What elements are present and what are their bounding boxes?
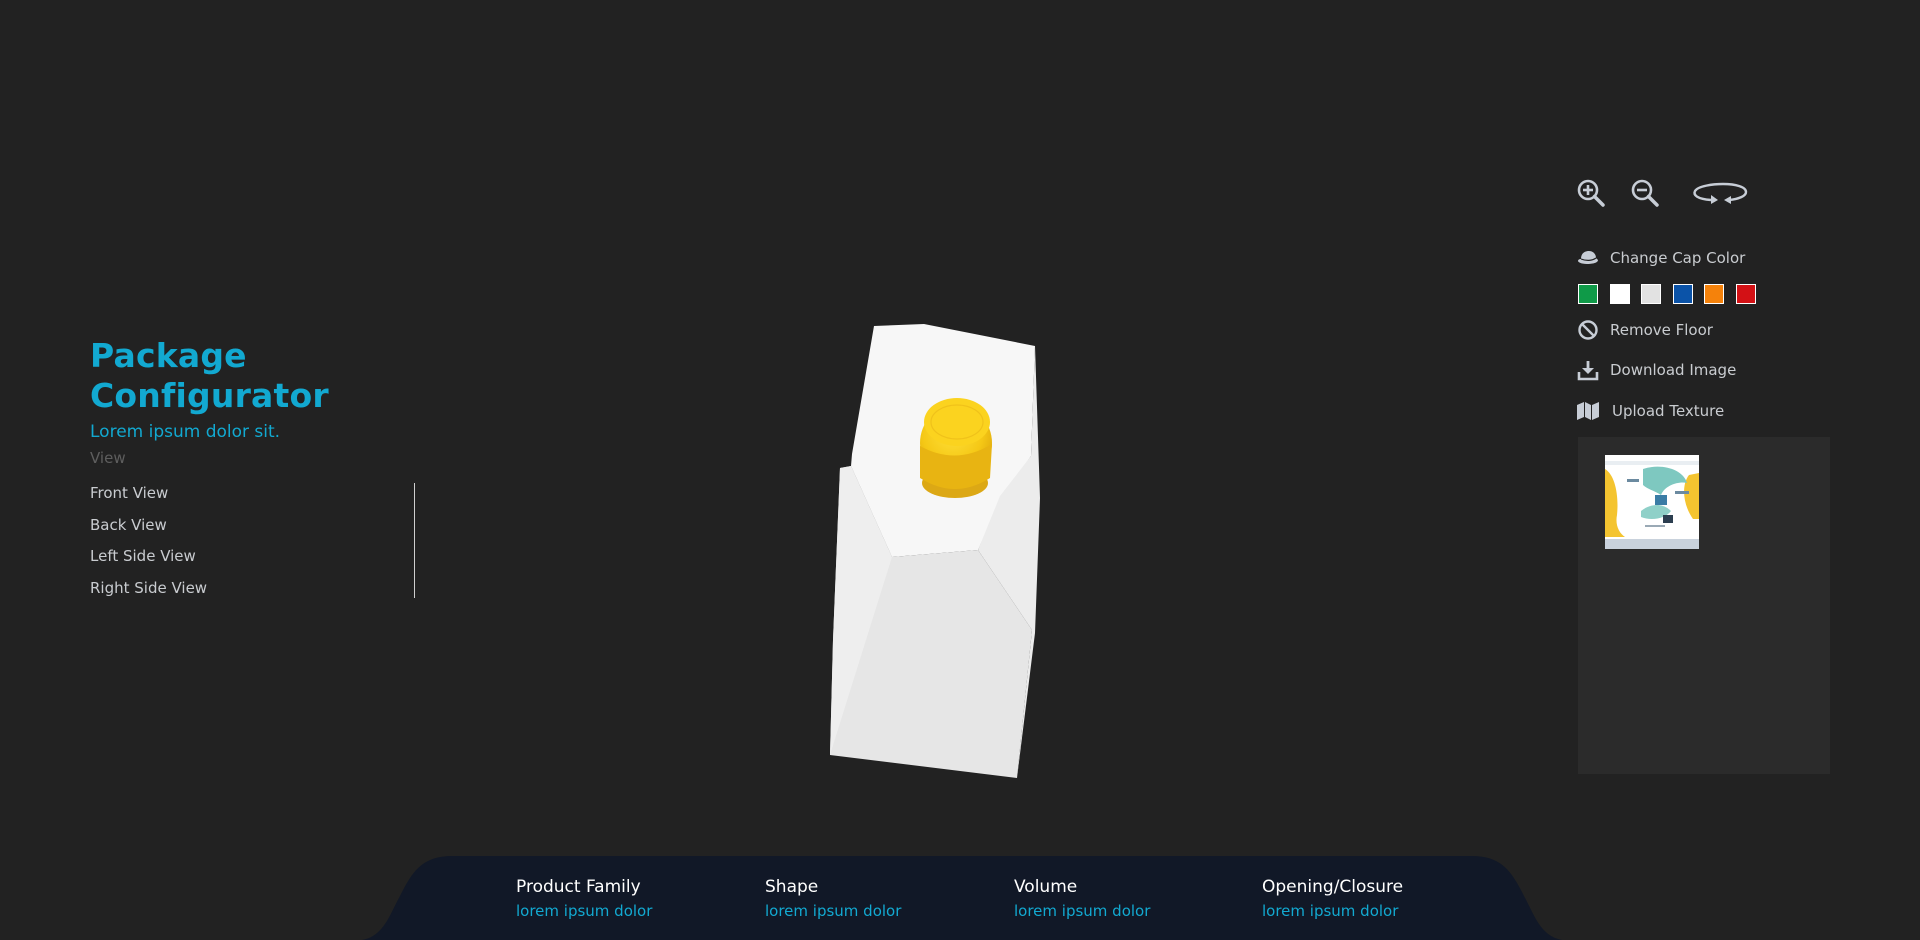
spec-value: lorem ipsum dolor	[1262, 902, 1399, 920]
cap-color-swatch-blue[interactable]	[1672, 284, 1693, 304]
upload-texture-button[interactable]: Upload Texture	[1576, 399, 1724, 423]
package-3d-model[interactable]	[820, 318, 1100, 780]
spec-label: Shape	[765, 877, 819, 897]
cap-icon	[1576, 246, 1600, 270]
spec-label: Opening/Closure	[1262, 877, 1404, 897]
view-heading: View	[90, 449, 126, 467]
cap-color-swatch-orange[interactable]	[1704, 284, 1724, 304]
remove-floor-button[interactable]: Remove Floor	[1576, 318, 1713, 342]
view-list: Front View Back View Left Side View Righ…	[90, 483, 415, 598]
upload-texture-label: Upload Texture	[1612, 402, 1725, 420]
zoom-in-icon[interactable]	[1574, 176, 1608, 210]
spec-value: lorem ipsum dolor	[516, 902, 653, 920]
texture-thumbnail[interactable]	[1605, 455, 1699, 549]
cap-color-swatches	[1578, 284, 1767, 304]
view-toolbar	[1574, 176, 1750, 210]
right-side-view-button[interactable]: Right Side View	[90, 578, 414, 598]
spec-label: Volume	[1014, 877, 1078, 897]
map-icon	[1576, 399, 1600, 423]
spec-value: lorem ipsum dolor	[765, 902, 902, 920]
download-icon	[1576, 358, 1600, 382]
cap-color-swatch-green[interactable]	[1578, 284, 1598, 304]
download-image-label: Download Image	[1610, 361, 1737, 379]
cap-color-swatch-light-gray[interactable]	[1641, 284, 1661, 304]
spec-shape[interactable]: Shape lorem ipsum dolor	[765, 876, 901, 921]
change-cap-color-label: Change Cap Color	[1610, 249, 1746, 267]
front-view-button[interactable]: Front View	[90, 483, 414, 515]
ban-icon	[1576, 318, 1600, 342]
left-panel: Package Configurator Lorem ipsum dolor s…	[90, 336, 430, 598]
spec-value: lorem ipsum dolor	[1014, 902, 1151, 920]
product-specs-bar: Product Family lorem ipsum dolor Shape l…	[362, 856, 1562, 940]
texture-panel	[1578, 437, 1830, 774]
spec-volume[interactable]: Volume lorem ipsum dolor	[1014, 876, 1150, 921]
cap-color-swatch-white[interactable]	[1609, 284, 1630, 304]
rotate-icon[interactable]	[1690, 176, 1750, 210]
zoom-out-icon[interactable]	[1628, 176, 1662, 210]
left-side-view-button[interactable]: Left Side View	[90, 546, 414, 578]
back-view-button[interactable]: Back View	[90, 515, 414, 547]
spec-label: Product Family	[516, 877, 641, 897]
download-image-button[interactable]: Download Image	[1576, 358, 1736, 382]
page-subtitle: Lorem ipsum dolor sit.	[90, 422, 281, 442]
remove-floor-label: Remove Floor	[1610, 321, 1713, 339]
spec-product-family[interactable]: Product Family lorem ipsum dolor	[516, 876, 652, 921]
page-title: Package Configurator	[90, 336, 329, 415]
cap-color-swatch-red[interactable]	[1735, 284, 1756, 304]
change-cap-color-button[interactable]: Change Cap Color	[1576, 246, 1745, 270]
spec-opening-closure[interactable]: Opening/Closure lorem ipsum dolor	[1262, 876, 1403, 921]
